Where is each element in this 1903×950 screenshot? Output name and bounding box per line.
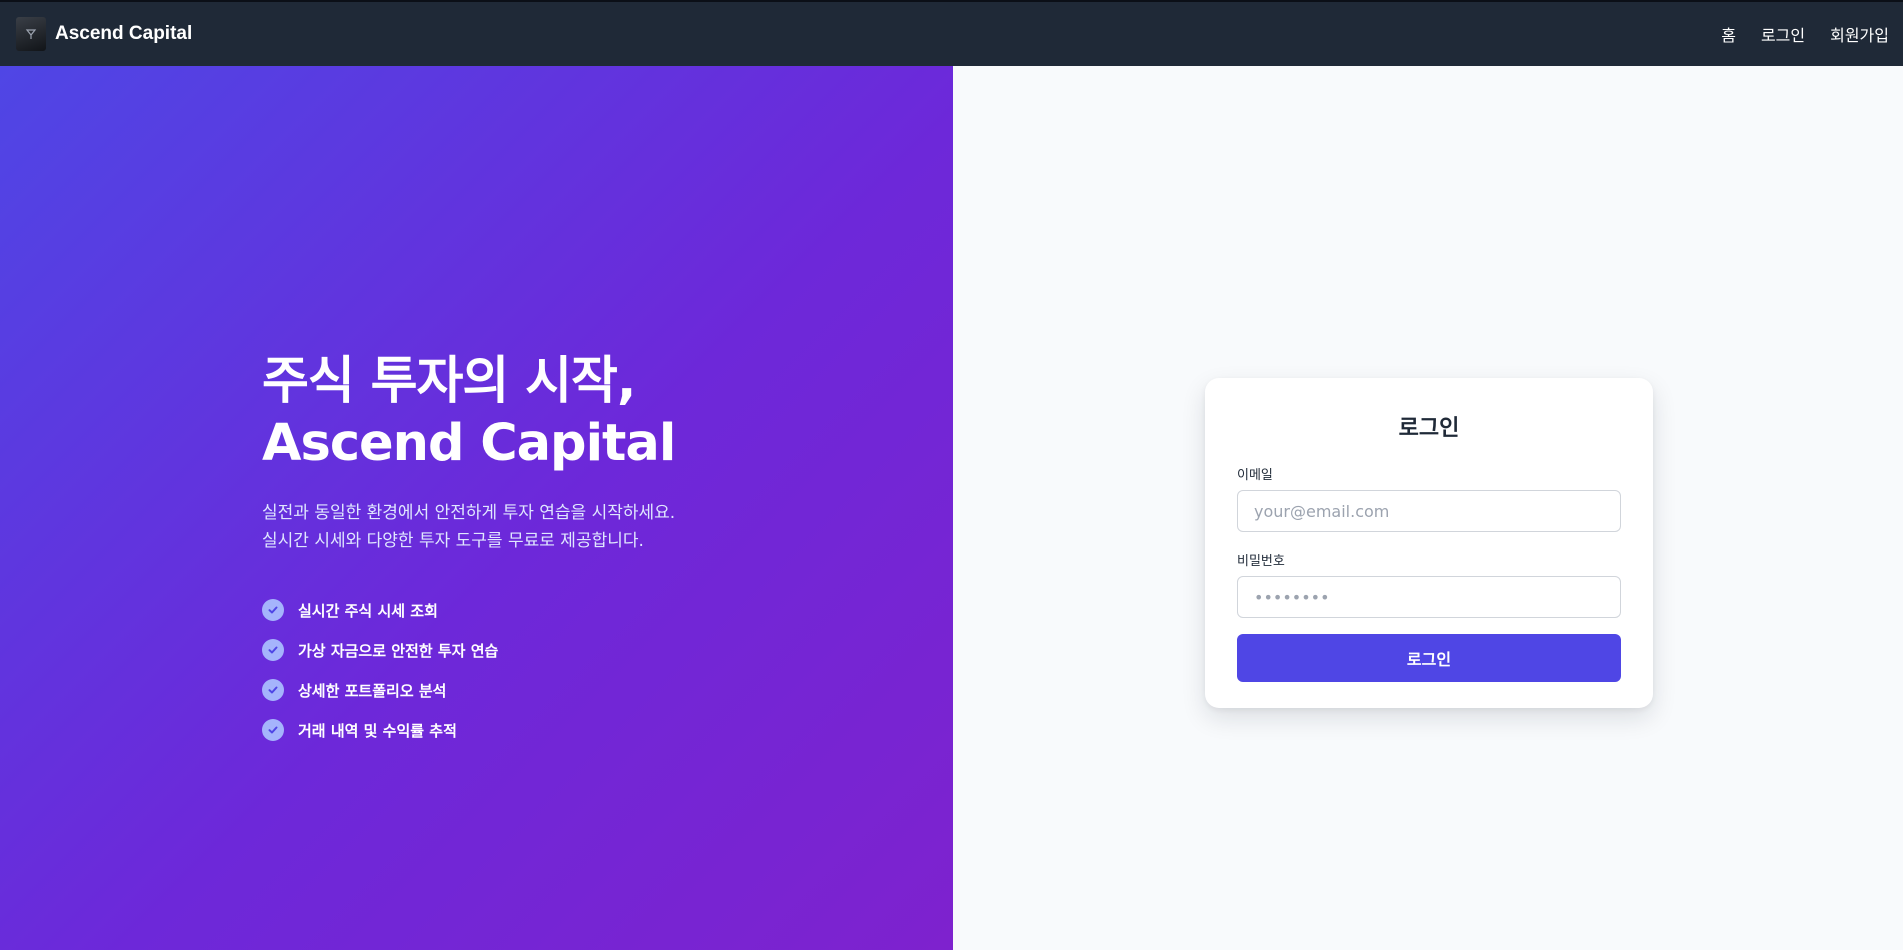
nav-link-home[interactable]: 홈 [1721,22,1736,46]
nav-links: 홈 로그인 회원가입 [1721,22,1889,46]
login-title: 로그인 [1398,416,1460,441]
feature-label: 거래 내역 및 수익률 추적 [298,721,457,740]
email-label: 이메일 [1237,468,1273,483]
check-circle-icon [262,599,284,621]
hero-subtitle-line1: 실전과 동일한 환경에서 안전하게 투자 연습을 시작하세요. [262,503,676,523]
brand[interactable]: Ascend Capital [16,17,192,51]
login-panel: 로그인 이메일 비밀번호 로그인 [953,66,1903,950]
hero-panel: 주식 투자의 시작, Ascend Capital 실전과 동일한 환경에서 안… [0,66,953,950]
feature-item: 상세한 포트폴리오 분석 [262,670,882,710]
brand-name: Ascend Capital [55,23,193,44]
feature-item: 실시간 주식 시세 조회 [262,590,882,630]
login-button[interactable]: 로그인 [1237,634,1621,682]
top-navbar: Ascend Capital 홈 로그인 회원가입 [0,0,1903,66]
feature-label: 실시간 주식 시세 조회 [298,601,438,620]
check-circle-icon [262,639,284,661]
feature-item: 가상 자금으로 안전한 투자 연습 [262,630,882,670]
hero-title-line1: 주식 투자의 시작, [262,352,636,411]
hero-title: 주식 투자의 시작, Ascend Capital [262,351,882,475]
login-card: 로그인 이메일 비밀번호 로그인 [1205,378,1653,708]
check-circle-icon [262,679,284,701]
nav-link-signup[interactable]: 회원가입 [1830,22,1889,46]
check-circle-icon [262,719,284,741]
hero-title-line2: Ascend Capital [262,414,676,473]
logo-icon [16,17,46,51]
nav-link-login[interactable]: 로그인 [1761,22,1805,46]
feature-list: 실시간 주식 시세 조회 가상 자금으로 안전한 투자 연습 상세한 포트폴리오… [262,590,882,750]
feature-item: 거래 내역 및 수익률 추적 [262,710,882,750]
feature-label: 상세한 포트폴리오 분석 [298,681,447,700]
email-input[interactable] [1237,490,1621,532]
hero-subtitle-line2: 실시간 시세와 다양한 투자 도구를 무료로 제공합니다. [262,531,644,551]
hero-subtitle: 실전과 동일한 환경에서 안전하게 투자 연습을 시작하세요. 실시간 시세와 … [262,499,882,555]
hero-content: 주식 투자의 시작, Ascend Capital 실전과 동일한 환경에서 안… [262,351,882,750]
password-input[interactable] [1237,576,1621,618]
feature-label: 가상 자금으로 안전한 투자 연습 [298,641,499,660]
password-label: 비밀번호 [1237,554,1285,569]
